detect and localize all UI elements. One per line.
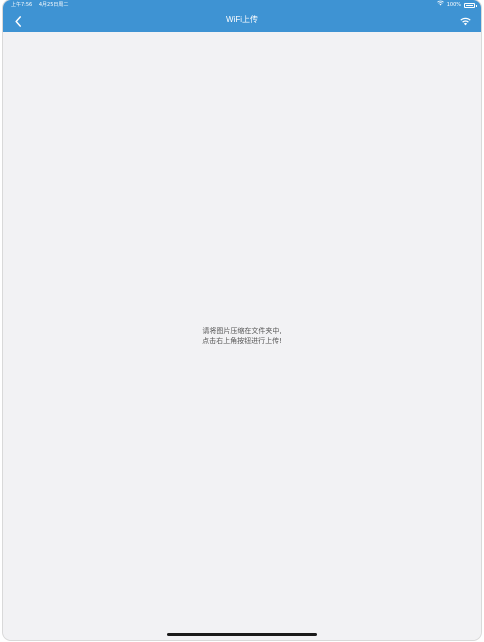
hint-line-2: 点击右上角按钮进行上传!: [202, 337, 282, 345]
status-bar: 上午7:56 4月25日周二 100%: [3, 0, 481, 10]
battery-icon: [464, 2, 477, 8]
status-wifi-icon: [436, 0, 444, 10]
wifi-icon: [459, 17, 471, 25]
upload-hint: 请将图片压缩在文件夹中, 点击右上角按钮进行上传!: [3, 326, 481, 346]
content-area: 请将图片压缩在文件夹中, 点击右上角按钮进行上传!: [3, 32, 481, 640]
device-frame: 上午7:56 4月25日周二 100% WiFi上传 请将图片压缩在文件夹中, …: [3, 0, 481, 640]
status-right: 100%: [436, 0, 477, 10]
page-title: WiFi上传: [226, 15, 258, 24]
wifi-upload-button[interactable]: [454, 10, 476, 32]
home-indicator[interactable]: [167, 633, 317, 636]
status-time: 上午7:56: [11, 2, 33, 8]
hint-line-1: 请将图片压缩在文件夹中,: [202, 327, 282, 335]
status-left: 上午7:56 4月25日周二: [11, 0, 73, 10]
navigation-bar: WiFi上传: [3, 10, 481, 32]
status-date: 4月25日周二: [38, 2, 69, 8]
battery-fill: [466, 4, 473, 6]
battery-percent: 100%: [446, 2, 461, 8]
